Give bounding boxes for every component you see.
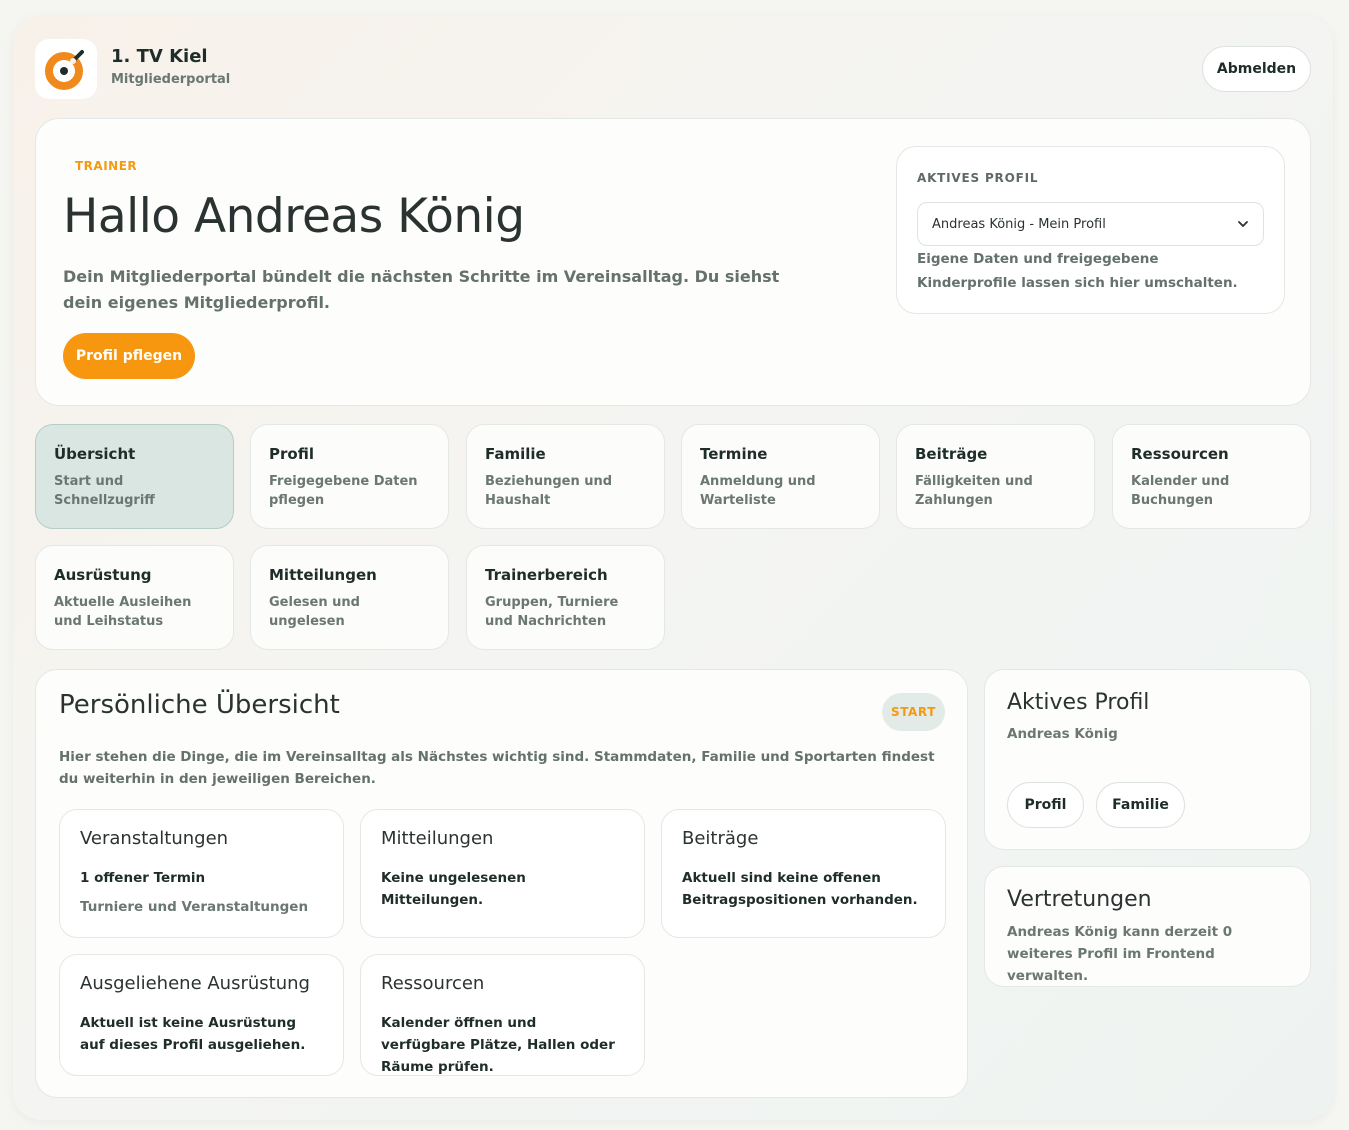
equipment-card[interactable]: Ausgeliehene Ausrüstung Aktuell ist kein… [59, 954, 344, 1076]
nav-tile-title: Termine [700, 445, 768, 463]
representations-text: Andreas König kann derzeit 0 weiteres Pr… [1007, 924, 1233, 984]
nav-tile-uebersicht[interactable]: Übersicht Start und Schnellzugriff [35, 424, 234, 529]
hero-intro: Dein Mitgliederportal bündelt die nächst… [63, 267, 780, 312]
nav-tile-profil[interactable]: Profil Freigegebene Daten pflegen [250, 424, 449, 529]
profile-select-value: Andreas König - Mein Profil [932, 216, 1106, 232]
card-title: Beiträge [682, 828, 759, 849]
nav-tile-familie[interactable]: Familie Beziehungen und Haushalt [466, 424, 665, 529]
nav-tile-subtitle: Beziehungen und Haushalt [485, 474, 613, 508]
personal-overview-panel: Persönliche Übersicht START Hier stehen … [35, 669, 968, 1098]
card-title: Ressourcen [381, 973, 485, 994]
active-profile-name: Andreas König [1007, 726, 1118, 742]
nav-tile-subtitle: Anmeldung und Warteliste [700, 474, 816, 508]
resources-card[interactable]: Ressourcen Kalender öffnen und verfügbar… [360, 954, 645, 1076]
nav-tile-beitraege[interactable]: Beiträge Fälligkeiten und Zahlungen [896, 424, 1095, 529]
nav-tile-title: Familie [485, 445, 546, 463]
edit-profile-button[interactable]: Profil pflegen [63, 333, 195, 379]
representations-title: Vertretungen [1007, 887, 1152, 912]
active-profile-panel: Aktives Profil Andreas König Profil Fami… [984, 669, 1311, 850]
nav-tile-title: Profil [269, 445, 314, 463]
nav-tile-ausruestung[interactable]: Ausrüstung Aktuelle Ausleihen und Leihst… [35, 545, 234, 650]
active-profile-card: AKTIVES PROFIL Andreas König - Mein Prof… [896, 146, 1285, 314]
nav-tile-subtitle: Gruppen, Turniere und Nachrichten [485, 595, 619, 629]
overview-intro: Hier stehen die Dinge, die im Vereinsall… [59, 749, 935, 787]
nav-tile-subtitle: Start und Schnellzugriff [54, 474, 155, 508]
card-text: Aktuell sind keine offenen Beitragsposit… [682, 870, 918, 908]
card-title: Veranstaltungen [80, 828, 229, 849]
nav-tile-title: Mitteilungen [269, 566, 377, 584]
representations-panel: Vertretungen Andreas König kann derzeit … [984, 866, 1311, 987]
logout-button[interactable]: Abmelden [1202, 46, 1311, 92]
start-badge: START [882, 693, 945, 731]
fees-card[interactable]: Beiträge Aktuell sind keine offenen Beit… [661, 809, 946, 938]
profile-select[interactable]: Andreas König - Mein Profil [917, 202, 1264, 246]
active-profile-label: AKTIVES PROFIL [917, 171, 1039, 185]
nav-tile-title: Übersicht [54, 445, 136, 463]
nav-tile-subtitle: Freigegebene Daten pflegen [269, 474, 418, 508]
nav-tile-title: Ressourcen [1131, 445, 1229, 463]
club-name: 1. TV Kiel [111, 46, 208, 67]
messages-card[interactable]: Mitteilungen Keine ungelesenen Mitteilun… [360, 809, 645, 938]
nav-tile-ressourcen[interactable]: Ressourcen Kalender und Buchungen [1112, 424, 1311, 529]
card-text: Kalender öffnen und verfügbare Plätze, H… [381, 1015, 615, 1075]
portal-name: Mitgliederportal [111, 72, 231, 87]
nav-tile-trainerbereich[interactable]: Trainerbereich Gruppen, Turniere und Nac… [466, 545, 665, 650]
club-logo[interactable] [35, 39, 97, 99]
role-tag: TRAINER [75, 159, 138, 173]
card-text: Keine ungelesenen Mitteilungen. [381, 870, 526, 908]
nav-tile-title: Ausrüstung [54, 566, 152, 584]
card-text: 1 offener Termin [80, 870, 206, 886]
nav-tile-subtitle: Gelesen und ungelesen [269, 595, 360, 629]
profile-button[interactable]: Profil [1007, 782, 1084, 828]
family-button[interactable]: Familie [1096, 782, 1185, 828]
nav-tile-mitteilungen[interactable]: Mitteilungen Gelesen und ungelesen [250, 545, 449, 650]
overview-title: Persönliche Übersicht [59, 690, 340, 720]
chevron-down-icon [1238, 221, 1248, 227]
card-title: Mitteilungen [381, 828, 494, 849]
events-card[interactable]: Veranstaltungen 1 offener Termin Turnier… [59, 809, 344, 938]
active-profile-hint: Eigene Daten und freigegebene Kinderprof… [917, 251, 1238, 291]
nav-tile-termine[interactable]: Termine Anmeldung und Warteliste [681, 424, 880, 529]
card-subtext: Turniere und Veranstaltungen [80, 899, 309, 915]
nav-tile-subtitle: Fälligkeiten und Zahlungen [915, 474, 1033, 508]
active-profile-title: Aktives Profil [1007, 690, 1150, 715]
page-title: Hallo Andreas König [63, 189, 525, 244]
card-text: Aktuell ist keine Ausrüstung auf dieses … [80, 1015, 306, 1053]
club-logo-icon [45, 50, 84, 90]
nav-tile-subtitle: Aktuelle Ausleihen und Leihstatus [54, 595, 192, 629]
card-title: Ausgeliehene Ausrüstung [80, 973, 310, 994]
nav-tile-title: Beiträge [915, 445, 988, 463]
hero-panel: TRAINER Hallo Andreas König Dein Mitglie… [35, 118, 1311, 406]
nav-tile-title: Trainerbereich [485, 566, 608, 584]
nav-tile-subtitle: Kalender und Buchungen [1131, 474, 1230, 508]
